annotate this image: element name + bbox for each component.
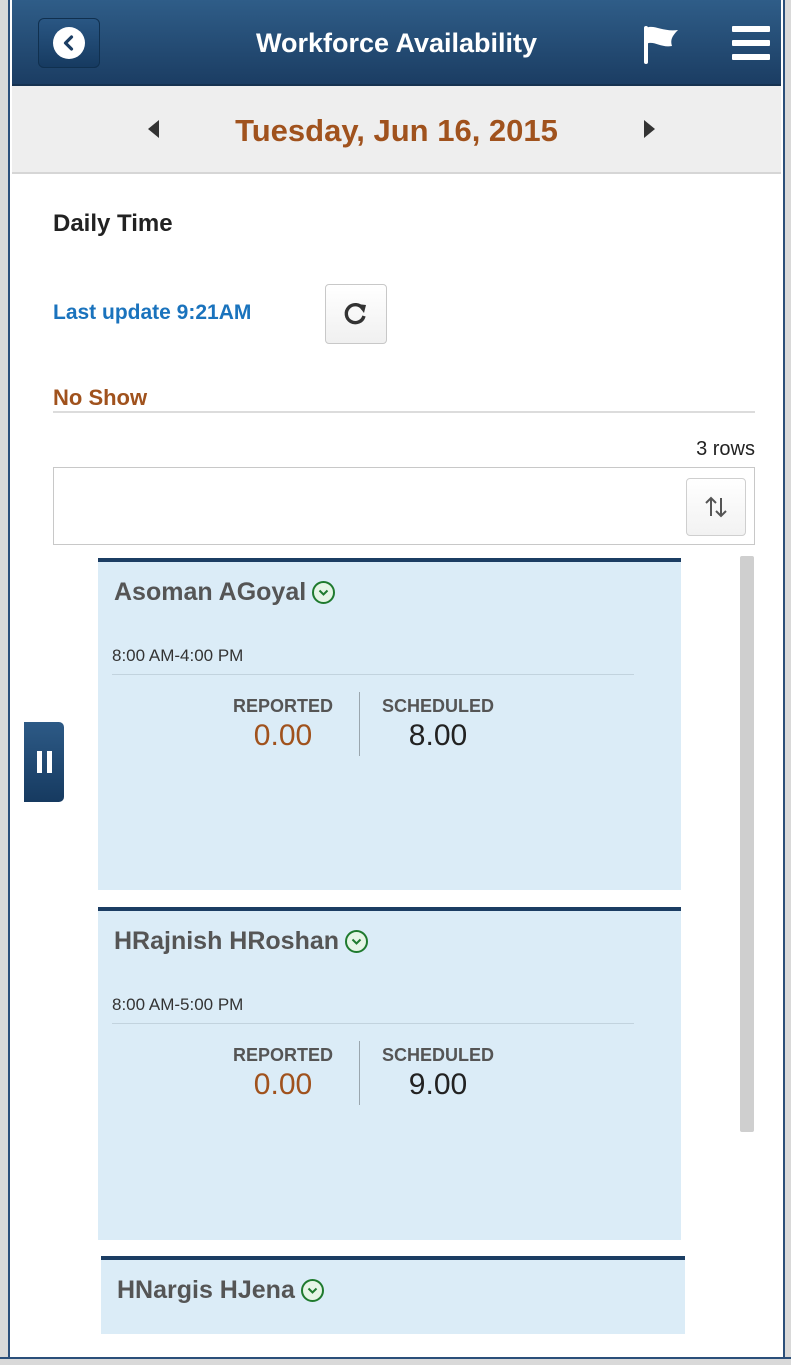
last-update-link[interactable]: Last update 9:21AM <box>53 301 251 325</box>
card-divider <box>112 1023 634 1024</box>
employee-name: Asoman AGoyal <box>114 578 336 607</box>
pause-bar-icon <box>36 751 42 773</box>
app-window: Workforce Availability Tuesday, Jun 16, … <box>12 0 781 1357</box>
employee-name-text: Asoman AGoyal <box>114 578 307 606</box>
stat-divider <box>359 1041 360 1105</box>
scheduled-label: SCHEDULED <box>381 696 494 716</box>
stat-divider <box>359 692 360 756</box>
section-title: Daily Time <box>53 210 173 237</box>
flag-button[interactable] <box>640 22 684 66</box>
employee-name: HRajnish HRoshan <box>114 927 369 956</box>
device-frame-right <box>783 0 791 1365</box>
refresh-button[interactable] <box>325 284 387 344</box>
reported-label: REPORTED <box>232 696 333 716</box>
list-scrollbar[interactable] <box>740 556 754 1132</box>
sort-icon <box>705 496 727 518</box>
group-divider <box>53 411 755 413</box>
list-item[interactable]: Asoman AGoyal 8:00 AM-4:00 PM REPORTED 0… <box>98 558 681 890</box>
card-divider <box>112 674 634 675</box>
date-navigation-bar: Tuesday, Jun 16, 2015 <box>12 86 781 174</box>
employee-name-text: HRajnish HRoshan <box>114 927 340 955</box>
hamburger-menu-icon[interactable] <box>732 26 770 60</box>
shift-time: 8:00 AM-4:00 PM <box>112 646 244 665</box>
header-bar: Workforce Availability <box>12 0 781 86</box>
reported-stat: REPORTED 0.00 <box>218 1045 348 1102</box>
reported-label: REPORTED <box>232 1045 333 1065</box>
scheduled-stat: SCHEDULED 9.00 <box>368 1045 508 1102</box>
chevron-down-icon[interactable] <box>300 1279 324 1302</box>
device-frame-left <box>0 0 10 1365</box>
employee-name-text: HNargis HJena <box>117 1276 295 1304</box>
shift-time: 8:00 AM-5:00 PM <box>112 995 244 1014</box>
next-day-icon[interactable] <box>644 120 655 138</box>
chevron-down-icon[interactable] <box>312 581 336 604</box>
current-date: Tuesday, Jun 16, 2015 <box>235 113 558 148</box>
reported-value: 0.00 <box>253 719 313 752</box>
scheduled-stat: SCHEDULED 8.00 <box>368 696 508 753</box>
sort-button[interactable] <box>686 478 746 536</box>
scheduled-value: 8.00 <box>408 719 468 752</box>
employee-name: HNargis HJena <box>117 1276 324 1305</box>
list-item[interactable]: HRajnish HRoshan 8:00 AM-5:00 PM REPORTE… <box>98 907 681 1240</box>
chevron-down-icon[interactable] <box>345 930 369 953</box>
reported-stat: REPORTED 0.00 <box>218 696 348 753</box>
side-panel-toggle[interactable] <box>24 722 64 802</box>
scheduled-label: SCHEDULED <box>381 1045 494 1065</box>
scheduled-value: 9.00 <box>408 1068 468 1101</box>
pause-bar-icon <box>46 751 52 773</box>
search-input[interactable] <box>53 467 755 545</box>
list-item[interactable]: HNargis HJena <box>101 1256 685 1334</box>
reported-value: 0.00 <box>253 1068 313 1101</box>
device-frame-bottom <box>0 1357 791 1365</box>
rows-count: 3 rows <box>696 438 755 460</box>
group-title: No Show <box>53 385 148 410</box>
flag-icon <box>644 26 678 64</box>
refresh-icon <box>344 302 366 325</box>
